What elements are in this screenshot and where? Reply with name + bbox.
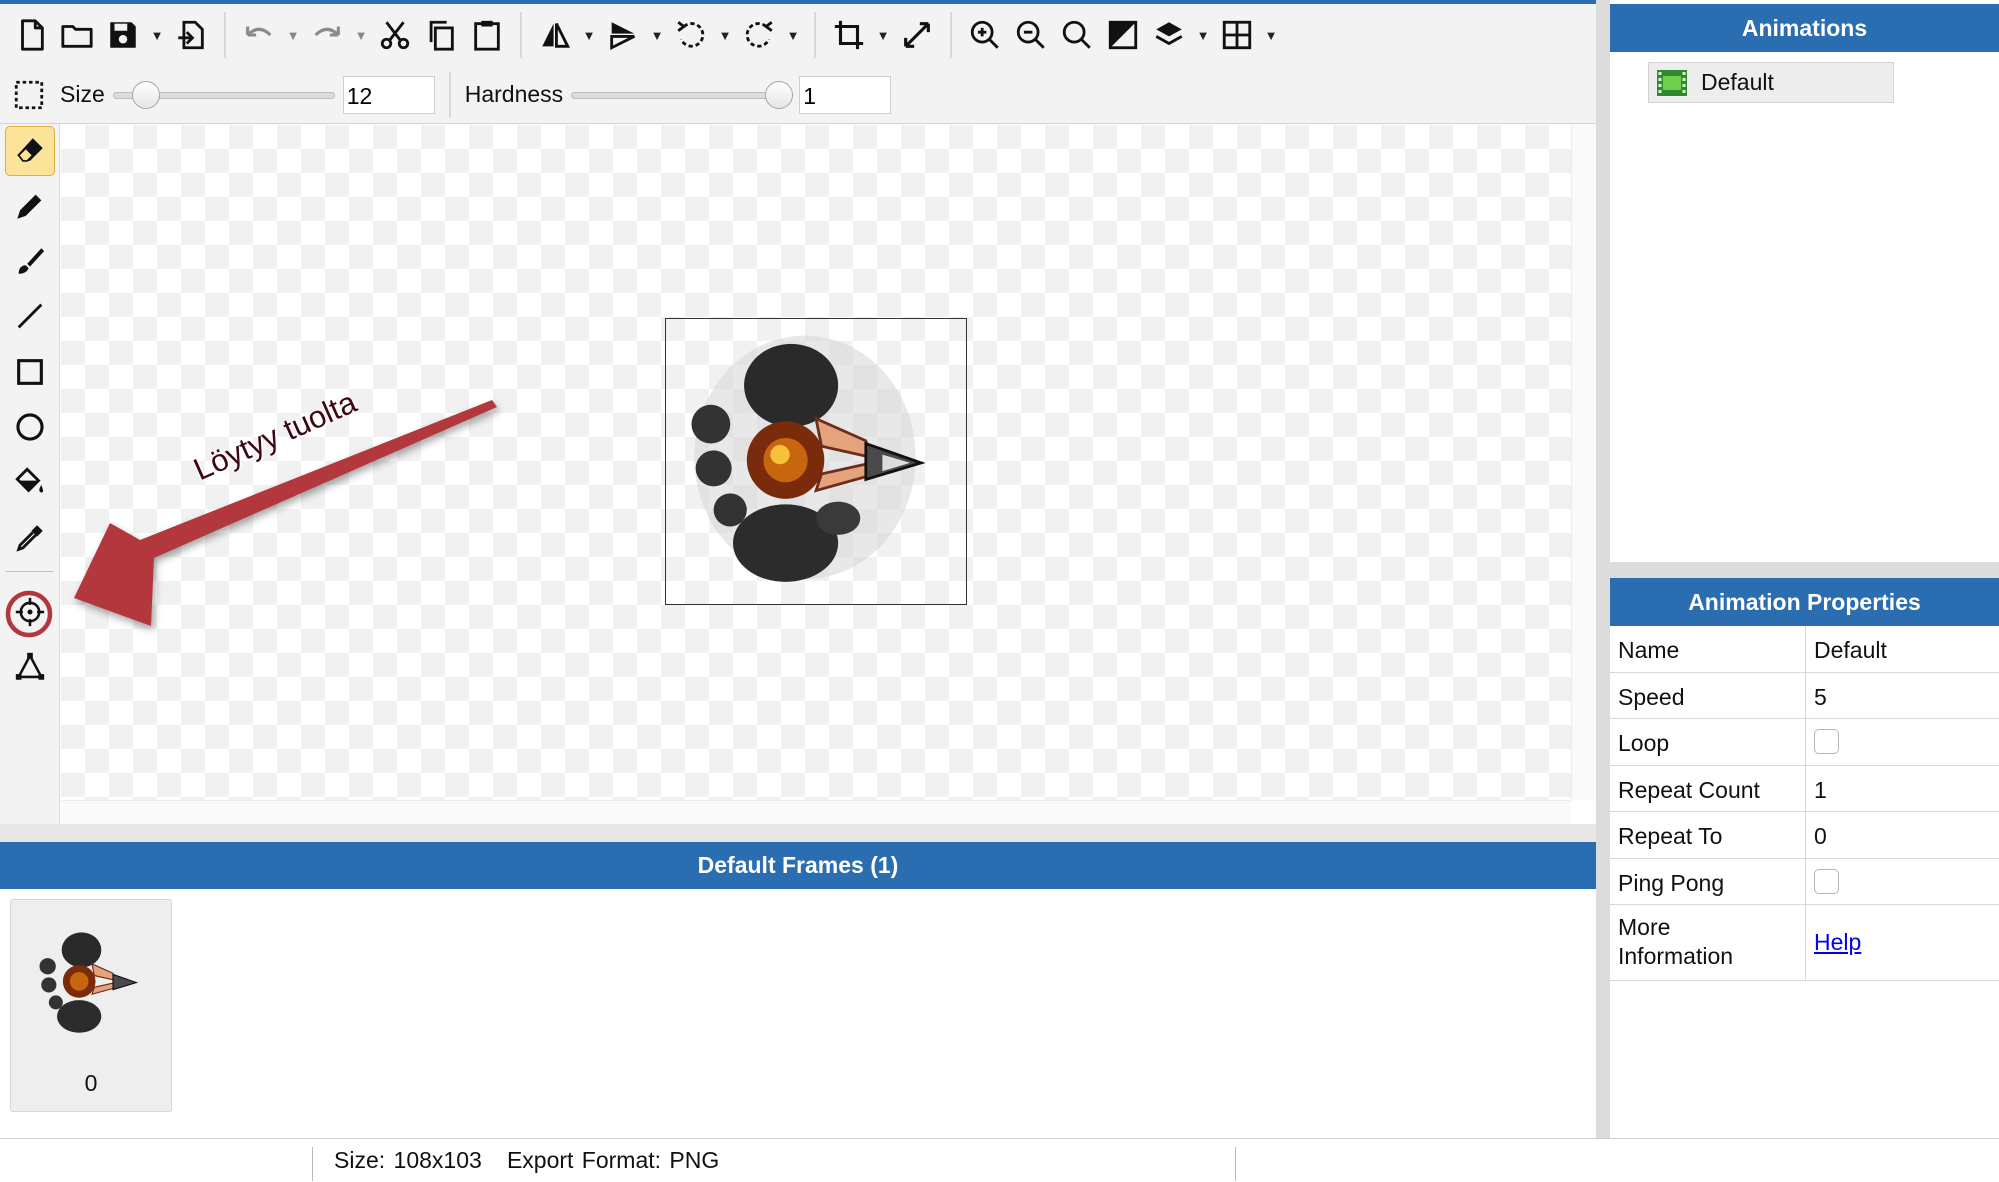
annotation-arrow <box>5 400 497 638</box>
annotation-overlay: Löytyy tuolta <box>0 0 1999 1182</box>
highlight-circle <box>5 590 53 638</box>
